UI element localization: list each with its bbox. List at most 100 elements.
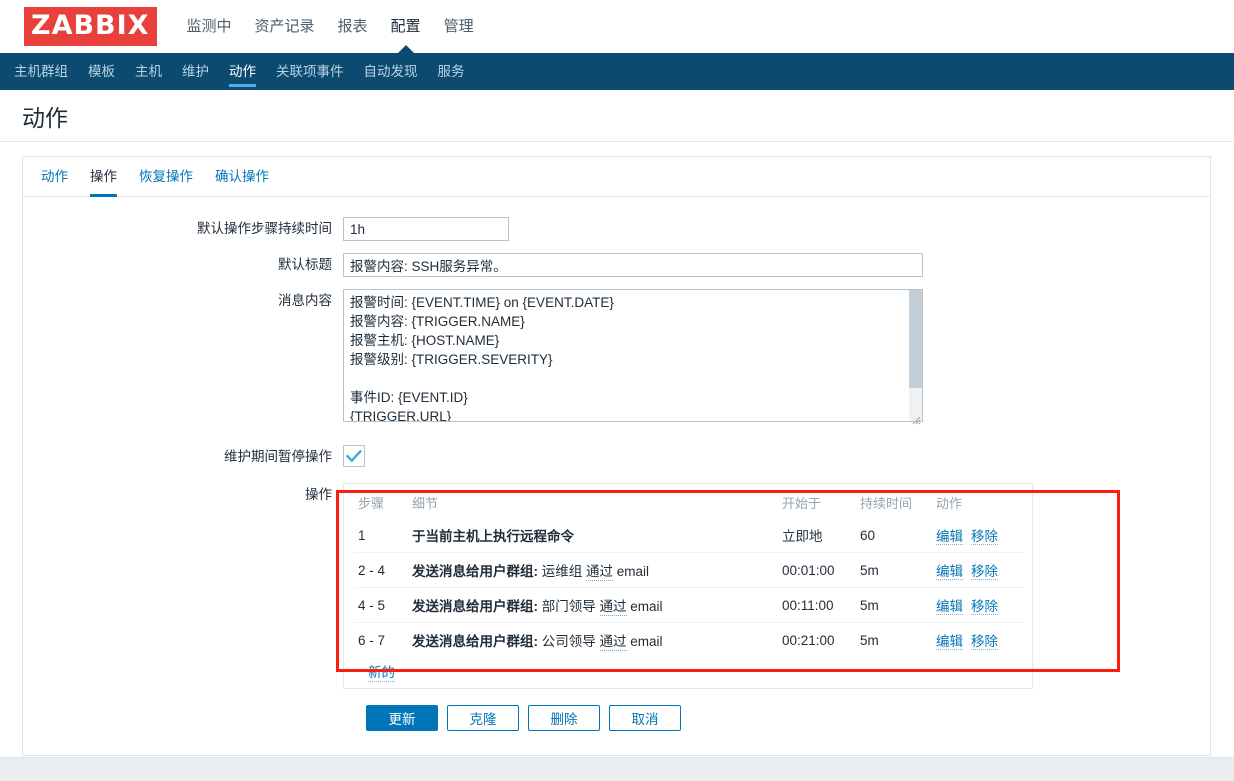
zabbix-action-configuration-page: ZABBIX 监测中 资产记录 报表 配置 管理 主机群组 模板 主机 维护 动… [0,0,1234,781]
sub-nav-item-maintenance[interactable]: 维护 [182,53,209,90]
cell-action: 编辑 移除 [932,587,1024,623]
table-row: 6 - 7 发送消息给用户群组: 公司领导 通过 email 00:21:00 … [354,622,1024,657]
detail-operation-type: 发送消息给用户群组: [412,634,538,649]
remove-operation-link[interactable]: 移除 [971,634,998,650]
cell-step: 6 - 7 [354,622,408,657]
cell-step: 4 - 5 [354,587,408,623]
cell-details: 发送消息给用户群组: 公司领导 通过 email [408,622,778,657]
sub-nav-item-host-groups[interactable]: 主机群组 [14,53,68,90]
sub-nav-item-hosts[interactable]: 主机 [135,53,162,90]
delete-button[interactable]: 删除 [528,705,600,731]
cell-details: 发送消息给用户群组: 运维组 通过 email [408,552,778,588]
column-header-details: 细节 [412,496,439,511]
cell-start-in: 00:21:00 [778,622,856,657]
cell-duration: 60 [860,527,876,543]
detail-operation-type: 于当前主机上执行远程命令 [412,529,574,544]
operations-form: 默认操作步骤持续时间 默认标题 消息内容 报警时间: {EVENT.TIME} … [23,197,1210,731]
sub-nav-item-actions[interactable]: 动作 [229,53,256,90]
cell-start-in: 立即地 [782,529,823,544]
label-message-body: 消息内容 [278,293,332,308]
sub-navigation: 主机群组 模板 主机 维护 动作 关联项事件 自动发现 服务 [0,53,1234,90]
message-body-scrollbar[interactable] [909,290,922,421]
detail-via-label: 通过 [599,634,627,651]
main-nav-item-configuration[interactable]: 配置 [391,0,421,53]
cell-start-in: 00:11:00 [778,587,856,623]
footer-strip [0,757,1234,781]
main-nav-item-administration[interactable]: 管理 [444,0,474,53]
cell-details: 于当前主机上执行远程命令 [408,518,778,553]
main-nav-item-monitoring[interactable]: 监测中 [187,0,232,53]
edit-operation-link[interactable]: 编辑 [936,599,963,615]
tab-action[interactable]: 动作 [41,157,68,197]
table-row: 1 于当前主机上执行远程命令 立即地 60 编辑 移除 [354,518,1024,553]
table-header-row: 步骤 细节 开始于 持续时间 动作 [354,490,1024,518]
detail-user-group: 运维组 [541,564,583,579]
tab-recovery-operations[interactable]: 恢复操作 [139,157,193,197]
label-pause-maintenance: 维护期间暂停操作 [224,449,332,464]
label-operations: 操作 [305,487,332,502]
edit-operation-link[interactable]: 编辑 [936,529,963,545]
pause-maintenance-checkbox[interactable] [343,445,365,467]
cell-action: 编辑 移除 [932,622,1024,657]
label-default-duration: 默认操作步骤持续时间 [197,221,332,236]
cell-action: 编辑 移除 [932,552,1024,588]
default-duration-input[interactable] [343,217,509,241]
main-nav-item-reports[interactable]: 报表 [338,0,368,53]
main-navigation: 监测中 资产记录 报表 配置 管理 [187,0,474,53]
cancel-button[interactable]: 取消 [609,705,681,731]
detail-media-type: email [630,634,663,649]
edit-operation-link[interactable]: 编辑 [936,564,963,580]
cell-start-in: 00:01:00 [778,552,856,588]
detail-media-type: email [616,564,650,579]
edit-operation-link[interactable]: 编辑 [936,634,963,650]
detail-via-label: 通过 [586,564,614,581]
table-row: 2 - 4 发送消息给用户群组: 运维组 通过 email 00:01:00 5… [354,552,1024,588]
detail-via-label: 通过 [599,599,627,616]
detail-user-group: 公司领导 [541,634,596,649]
sub-nav-item-services[interactable]: 服务 [438,53,465,90]
column-header-step: 步骤 [358,496,385,511]
update-button[interactable]: 更新 [366,705,438,731]
detail-media-type: email [630,599,663,614]
cell-action: 编辑 移除 [932,518,1024,553]
cell-duration: 5m [856,552,932,588]
field-row-operations: 操作 步骤 细节 开始于 持续时间 动作 1 于当前主机上执行远程命令 立即地 … [23,483,1210,689]
checkmark-icon [346,449,362,462]
main-nav-item-inventory[interactable]: 资产记录 [255,0,315,53]
tab-operations[interactable]: 操作 [90,157,117,197]
new-operation-link[interactable]: 新的 [368,661,395,682]
remove-operation-link[interactable]: 移除 [971,599,998,615]
default-subject-input[interactable] [343,253,923,277]
column-header-start-in: 开始于 [782,496,822,511]
cell-details: 发送消息给用户群组: 部门领导 通过 email [408,587,778,623]
field-row-default-subject: 默认标题 [23,253,1210,277]
sub-nav-item-discovery[interactable]: 自动发现 [364,53,418,90]
message-body-textarea[interactable]: 报警时间: {EVENT.TIME} on {EVENT.DATE} 报警内容:… [343,289,923,422]
detail-operation-type: 发送消息给用户群组: [412,564,538,579]
remove-operation-link[interactable]: 移除 [971,564,998,580]
form-button-row: 更新 克隆 删除 取消 [366,705,1210,731]
page-title: 动作 [22,104,68,131]
scrollbar-thumb[interactable] [909,290,922,388]
field-row-message-body: 消息内容 报警时间: {EVENT.TIME} on {EVENT.DATE} … [23,289,1210,427]
cell-step: 2 - 4 [354,552,408,588]
cell-step: 1 [358,527,366,543]
column-header-duration: 持续时间 [860,496,913,511]
top-header: ZABBIX 监测中 资产记录 报表 配置 管理 [0,0,1234,53]
sub-nav-item-event-correlation[interactable]: 关联项事件 [276,53,344,90]
detail-operation-type: 发送消息给用户群组: [412,599,538,614]
tab-acknowledge-operations[interactable]: 确认操作 [215,157,269,197]
zabbix-logo[interactable]: ZABBIX [24,7,157,46]
page-title-area: 动作 [0,90,1234,142]
remove-operation-link[interactable]: 移除 [971,529,998,545]
clone-button[interactable]: 克隆 [447,705,519,731]
column-header-action: 动作 [936,496,963,511]
operations-table: 步骤 细节 开始于 持续时间 动作 1 于当前主机上执行远程命令 立即地 60 … [354,490,1024,657]
resize-handle-icon[interactable] [912,416,921,425]
action-edit-card: 动作 操作 恢复操作 确认操作 默认操作步骤持续时间 默认标题 [22,156,1211,756]
field-row-default-duration: 默认操作步骤持续时间 [23,217,1210,241]
detail-user-group: 部门领导 [541,599,596,614]
sub-nav-item-templates[interactable]: 模板 [88,53,115,90]
tab-bar: 动作 操作 恢复操作 确认操作 [23,157,1210,197]
message-body-wrapper: 报警时间: {EVENT.TIME} on {EVENT.DATE} 报警内容:… [343,289,923,427]
